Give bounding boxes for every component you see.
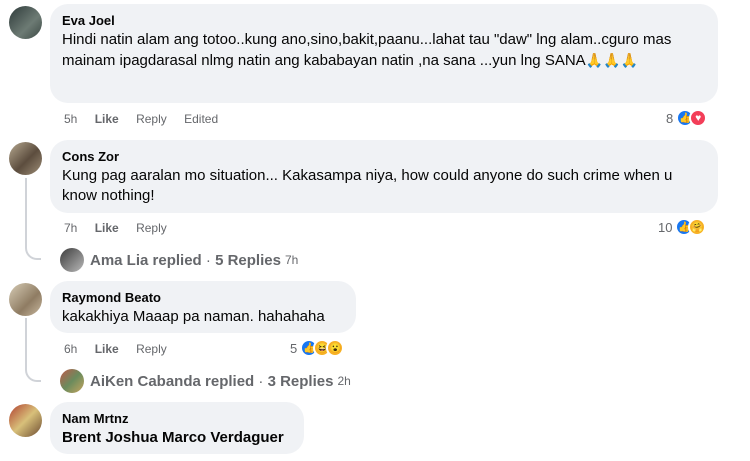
love-reaction-icon: ♥ xyxy=(689,109,708,127)
edited-label: Edited xyxy=(184,112,219,126)
thread-line xyxy=(25,318,27,370)
like-button[interactable]: Like xyxy=(95,112,119,126)
avatar[interactable] xyxy=(9,142,42,175)
comment-author[interactable]: Cons Zor xyxy=(62,148,706,165)
avatar xyxy=(60,369,84,393)
comment-bubble: Nam Mrtnz Brent Joshua Marco Verdaguer xyxy=(50,402,304,454)
reaction-summary[interactable]: 5 👍 😆 😮 xyxy=(290,339,345,357)
tagged-name[interactable]: Brent Joshua Marco Verdaguer xyxy=(62,428,292,448)
comment-text-body: Hindi natin alam ang totoo..kung ano,sin… xyxy=(62,31,672,69)
avatar[interactable] xyxy=(9,6,42,39)
reaction-count: 10 xyxy=(658,219,673,235)
comment-text: kakakhiya Maaap pa naman. hahahaha xyxy=(62,308,325,325)
reply-time: 2h xyxy=(337,374,351,388)
replied-label: replied xyxy=(205,372,255,390)
view-replies-link[interactable]: Ama Lia replied · 5 Replies 7h xyxy=(60,248,298,272)
comment-bubble: Raymond Beato kakakhiya Maaap pa naman. … xyxy=(50,281,356,333)
like-button[interactable]: Like xyxy=(95,342,119,356)
replier-name: AiKen Cabanda xyxy=(90,372,201,390)
thread-connector xyxy=(25,368,41,382)
comment-author[interactable]: Eva Joel xyxy=(62,12,706,29)
care-reaction-icon: 🤗 xyxy=(688,218,707,236)
replied-label: replied xyxy=(152,251,202,269)
comment-time[interactable]: 6h xyxy=(64,342,77,356)
avatar xyxy=(60,248,84,272)
avatar[interactable] xyxy=(9,283,42,316)
wow-reaction-icon: 😮 xyxy=(326,339,345,357)
comment-bubble: Cons Zor Kung pag aaralan mo situation..… xyxy=(50,140,718,213)
reply-button[interactable]: Reply xyxy=(136,342,167,356)
reaction-count: 5 xyxy=(290,340,298,356)
reply-button[interactable]: Reply xyxy=(136,221,167,235)
thread-connector xyxy=(25,246,41,260)
comment-text: Kung pag aaralan mo situation... Kakasam… xyxy=(62,167,673,204)
like-button[interactable]: Like xyxy=(95,221,119,235)
avatar[interactable] xyxy=(9,404,42,437)
replier-name: Ama Lia xyxy=(90,251,149,269)
separator: · xyxy=(205,251,211,269)
thread-line xyxy=(25,178,27,248)
reply-time: 7h xyxy=(284,253,299,267)
comment-time[interactable]: 7h xyxy=(64,221,77,235)
comment-time[interactable]: 5h xyxy=(64,112,77,126)
comment-author[interactable]: Raymond Beato xyxy=(62,289,344,306)
replies-count: 5 Replies xyxy=(215,251,281,269)
comment-bubble: Eva Joel Hindi natin alam ang totoo..kun… xyxy=(50,4,718,103)
comment-author[interactable]: Nam Mrtnz xyxy=(62,410,292,427)
reply-button[interactable]: Reply xyxy=(136,112,167,126)
comment-actions: 7h Like Reply xyxy=(64,221,181,235)
comment-actions: 5h Like Reply Edited xyxy=(64,112,232,126)
comment-actions: 6h Like Reply xyxy=(64,342,181,356)
replies-count: 3 Replies xyxy=(267,372,334,390)
reaction-count: 8 xyxy=(666,110,674,126)
folded-hands-icon: 🙏🙏🙏 xyxy=(585,52,638,68)
reaction-summary[interactable]: 8 👍 ♥ xyxy=(666,109,708,127)
reaction-summary[interactable]: 10 👍 🤗 xyxy=(658,218,707,236)
comment-text: Hindi natin alam ang totoo..kung ano,sin… xyxy=(62,30,706,71)
separator: · xyxy=(258,372,264,390)
view-replies-link[interactable]: AiKen Cabanda replied · 3 Replies 2h xyxy=(60,369,351,393)
